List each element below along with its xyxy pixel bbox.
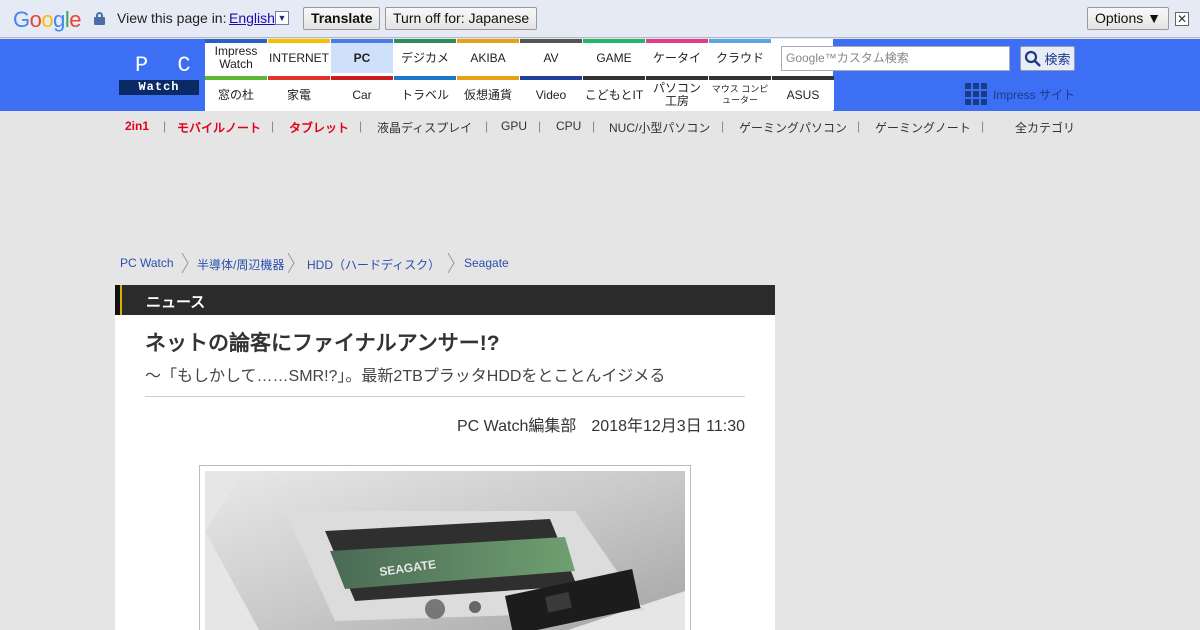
- nav-bottom-0[interactable]: 窓の杜: [205, 76, 267, 110]
- nav-top-0[interactable]: Impress Watch: [205, 39, 267, 73]
- nav-top-4[interactable]: AKIBA: [457, 39, 519, 73]
- article-photo[interactable]: SEAGATE: [199, 465, 691, 630]
- separator: |: [163, 119, 167, 133]
- pc-watch-logo[interactable]: P C Watch: [119, 53, 199, 95]
- category-bar: 2in1 | モバイルノート | タブレット | 液晶ディスプレイ | GPU | CPU | NUC/…: [115, 111, 1085, 139]
- publish-date: 2018年12月3日 11:30: [591, 418, 745, 435]
- category-link[interactable]: ゲーミングパソコン: [739, 119, 847, 136]
- nav-bottom-6[interactable]: こどもとIT: [583, 76, 645, 110]
- google-logo: Google: [13, 7, 82, 32]
- separator: |: [485, 119, 489, 133]
- category-link[interactable]: タブレット: [289, 119, 349, 136]
- translate-button[interactable]: Translate: [303, 7, 381, 30]
- breadcrumb-item[interactable]: PC Watch: [120, 256, 174, 270]
- nav-bottom-3[interactable]: トラベル: [394, 76, 456, 110]
- lock-icon: [94, 12, 105, 25]
- nav-top-5[interactable]: AV: [520, 39, 582, 73]
- separator: |: [271, 119, 275, 133]
- turn-off-button[interactable]: Turn off for: Japanese: [385, 7, 538, 30]
- separator: |: [857, 119, 861, 133]
- chevron-right-icon: [447, 252, 455, 274]
- separator: |: [538, 119, 542, 133]
- nav-bottom-2[interactable]: Car: [331, 76, 393, 110]
- grid-icon: [965, 83, 987, 105]
- nav-top-8[interactable]: クラウド: [709, 39, 771, 73]
- section-header: ニュース: [115, 285, 775, 315]
- search-icon: [1025, 50, 1042, 67]
- translate-prompt: View this page in:: [117, 10, 227, 26]
- article-subtitle: ～「もしかして……SMR!?」。最新2TBプラッタHDDをとことんイジメる: [145, 368, 666, 385]
- nav-top-3[interactable]: デジカメ: [394, 39, 456, 73]
- author: PC Watch編集部: [456, 418, 577, 435]
- translate-bar: Google View this page in: English ▼ Tran…: [0, 0, 1200, 38]
- byline: PC Watch編集部 2018年12月3日 11:30: [457, 412, 745, 436]
- category-link[interactable]: GPU: [501, 119, 527, 133]
- separator: |: [981, 119, 985, 133]
- breadcrumb-item[interactable]: Seagate: [464, 256, 509, 270]
- category-link[interactable]: 2in1: [125, 119, 149, 133]
- separator: |: [592, 119, 596, 133]
- category-link[interactable]: NUC/小型パソコン: [609, 119, 710, 136]
- section-label: ニュース: [146, 294, 206, 311]
- nav-top-6[interactable]: GAME: [583, 39, 645, 73]
- chevron-right-icon: [181, 252, 189, 274]
- options-button[interactable]: Options ▼: [1087, 7, 1169, 30]
- separator: |: [359, 119, 363, 133]
- breadcrumb-item[interactable]: HDD（ハードディスク）: [307, 256, 440, 273]
- nav-bottom-9[interactable]: ASUS: [772, 76, 834, 110]
- category-link[interactable]: モバイルノート: [177, 119, 261, 136]
- separator: |: [721, 119, 725, 133]
- article-title: ネットの論客にファイナルアンサー!?: [145, 332, 500, 355]
- nav-top-7[interactable]: ケータイ: [646, 39, 708, 73]
- nav-bottom-4[interactable]: 仮想通貨: [457, 76, 519, 110]
- search-input[interactable]: Google™カスタム検索: [781, 46, 1010, 71]
- search-button[interactable]: 検索: [1020, 46, 1075, 71]
- site-nav: Impress Watch INTERNET PC デジカメ AKIBA AV GAME ケー…: [205, 39, 834, 111]
- breadcrumb-item[interactable]: 半導体/周辺機器: [197, 256, 284, 273]
- divider: [145, 396, 745, 397]
- nav-bottom-5[interactable]: Video: [520, 76, 582, 110]
- nav-bottom-8[interactable]: マウス コンピューター: [709, 76, 771, 110]
- chevron-right-icon: [287, 252, 295, 274]
- language-select[interactable]: English: [229, 10, 275, 26]
- nav-top-1[interactable]: INTERNET: [268, 39, 330, 73]
- category-link[interactable]: ゲーミングノート: [875, 119, 971, 136]
- nav-bottom-1[interactable]: 家電: [268, 76, 330, 110]
- nav-bottom-7[interactable]: パソコン 工房: [646, 76, 708, 110]
- impress-site-link[interactable]: Impress サイト: [965, 83, 1075, 105]
- chevron-down-icon[interactable]: ▼: [275, 11, 289, 25]
- article: ネットの論客にファイナルアンサー!? ～「もしかして……SMR!?」。最新2TB…: [115, 315, 775, 630]
- close-icon[interactable]: ✕: [1175, 12, 1189, 26]
- category-link[interactable]: CPU: [556, 119, 581, 133]
- nav-top-2[interactable]: PC: [331, 39, 393, 73]
- all-categories-link[interactable]: 全カテゴリ: [1015, 119, 1075, 136]
- category-link[interactable]: 液晶ディスプレイ: [377, 119, 472, 136]
